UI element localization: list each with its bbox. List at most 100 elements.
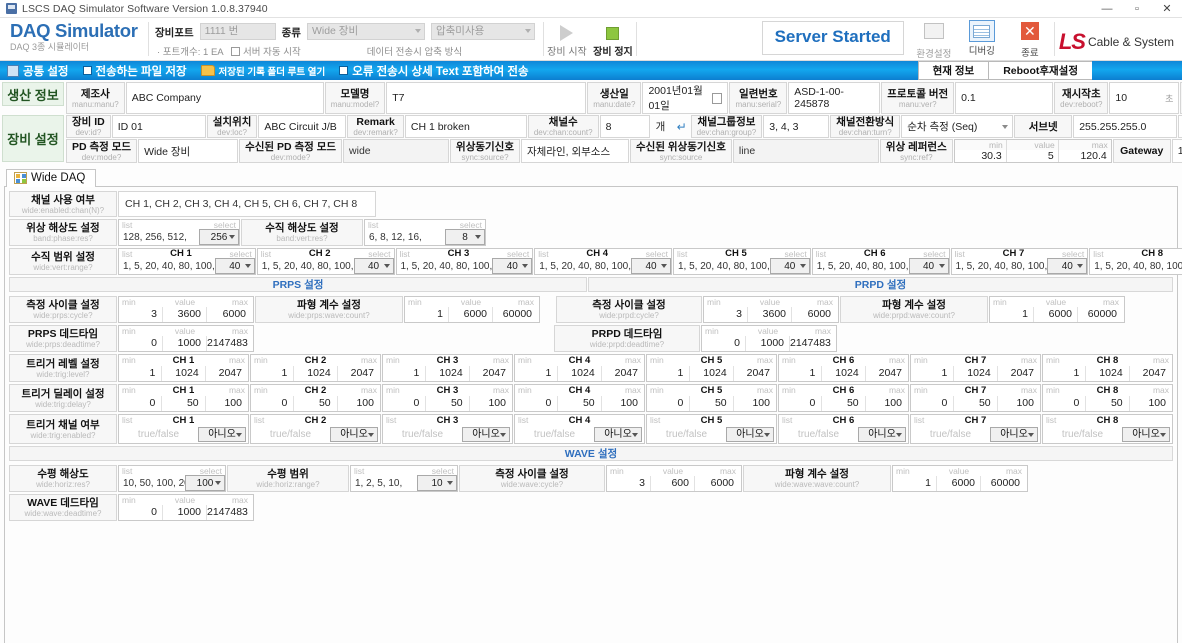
channel-enabled-field[interactable]: CH 1, CH 2, CH 3, CH 4, CH 5, CH 6, CH 7…	[118, 191, 376, 217]
channel-minmax-cell[interactable]: min CH 5 max 0 50 100	[646, 384, 777, 412]
debug-button[interactable]: 디버깅	[958, 18, 1006, 60]
horiz-range-control[interactable]: list select 1, 2, 5, 10, 10	[350, 465, 458, 492]
calendar-icon[interactable]	[712, 92, 723, 104]
min-value[interactable]: 1	[911, 366, 955, 381]
trigger-enabled-cell[interactable]: list CH 8 true/false 아니오	[1042, 414, 1173, 444]
value[interactable]: 1024	[822, 366, 866, 381]
close-window-button[interactable]: ✕	[1152, 0, 1182, 18]
sync-source-field[interactable]: 자체라인, 외부소스	[521, 139, 629, 163]
trigger-enabled-select[interactable]: 아니오	[726, 427, 774, 442]
prpd-wave-count-value[interactable]: 6000	[1034, 307, 1078, 322]
enter-icon[interactable]: ↵	[674, 115, 690, 138]
min-value[interactable]: 0	[647, 396, 691, 411]
channel-minmax-cell[interactable]: min CH 8 max 1 1024 2047	[1042, 354, 1173, 382]
prps-deadtime-max[interactable]: 2147483	[207, 336, 251, 351]
channel-minmax-cell[interactable]: min CH 7 max 0 50 100	[910, 384, 1041, 412]
trigger-enabled-select[interactable]: 아니오	[462, 427, 510, 442]
common-settings-button[interactable]: 공통 설정	[0, 63, 76, 79]
value[interactable]: 50	[1086, 396, 1130, 411]
channel-minmax-cell[interactable]: min CH 2 max 0 50 100	[250, 384, 381, 412]
vert-range-cell[interactable]: list CH 2 select 1, 5, 20, 40, 80, 100, 40	[256, 248, 395, 275]
model-field[interactable]: T7	[386, 82, 587, 114]
max-value[interactable]: 100	[470, 396, 512, 411]
value[interactable]: 1024	[294, 366, 338, 381]
max-value[interactable]: 2047	[998, 366, 1040, 381]
save-sent-file-checkbox[interactable]: 전송하는 파일 저장	[76, 63, 194, 79]
trigger-enabled-cell[interactable]: list CH 7 true/false 아니오	[910, 414, 1041, 444]
trigger-enabled-cell[interactable]: list CH 5 true/false 아니오	[646, 414, 777, 444]
horiz-res-control[interactable]: listselect 10, 50, 100, 200, 100	[118, 465, 226, 492]
min-value[interactable]: 1	[515, 366, 559, 381]
phase-res-control[interactable]: list select 128, 256, 512, 256	[118, 219, 240, 246]
value[interactable]: 50	[426, 396, 470, 411]
prpd-deadtime-value[interactable]: 1000	[746, 336, 790, 351]
wave-wave-count-control[interactable]: min value max 1 6000 60000	[892, 465, 1028, 492]
max-value[interactable]: 100	[602, 396, 644, 411]
min-value[interactable]: 1	[647, 366, 691, 381]
prpd-cycle-min[interactable]: 3	[704, 307, 748, 322]
pd-mode-field[interactable]: Wide 장비	[138, 139, 239, 163]
min-value[interactable]: 1	[383, 366, 427, 381]
prpd-wave-count-max[interactable]: 60000	[1078, 307, 1122, 322]
open-saved-root-button[interactable]: 저장된 기록 폴더 루트 열기	[194, 64, 333, 78]
trigger-enabled-select[interactable]: 아니오	[330, 427, 378, 442]
max-value[interactable]: 2047	[338, 366, 380, 381]
min-value[interactable]: 1	[251, 366, 295, 381]
vert-range-cell[interactable]: list CH 4 select 1, 5, 20, 40, 80, 100, 40	[534, 248, 672, 275]
max-value[interactable]: 100	[1130, 396, 1172, 411]
channel-minmax-cell[interactable]: min CH 2 max 1 1024 2047	[250, 354, 381, 382]
error-detail-checkbox[interactable]: 오류 전송시 상세 Text 포함하여 전송	[332, 63, 535, 79]
max-value[interactable]: 100	[206, 396, 248, 411]
vert-range-select[interactable]: 40	[769, 258, 810, 274]
sync-ref-max[interactable]: 120.4	[1059, 150, 1111, 162]
wave-cycle-max[interactable]: 6000	[695, 476, 739, 491]
channel-minmax-cell[interactable]: min CH 3 max 1 1024 2047	[382, 354, 513, 382]
vert-range-select[interactable]: 40	[1047, 258, 1088, 274]
min-value[interactable]: 0	[251, 396, 295, 411]
value[interactable]: 1024	[954, 366, 998, 381]
prps-wave-count-max[interactable]: 60000	[493, 307, 537, 322]
horiz-range-select[interactable]: 10	[417, 475, 457, 491]
start-device-button[interactable]: 장비 시작	[544, 23, 590, 58]
wave-cycle-value[interactable]: 600	[651, 476, 695, 491]
subnet-field[interactable]: 255.255.255.0	[1073, 115, 1178, 138]
wave-deadtime-min[interactable]: 0	[119, 505, 163, 520]
value[interactable]: 50	[162, 396, 206, 411]
max-value[interactable]: 2047	[734, 366, 776, 381]
value[interactable]: 1024	[162, 366, 206, 381]
max-value[interactable]: 2047	[866, 366, 908, 381]
channel-group-field[interactable]: 3, 4, 3	[763, 115, 830, 138]
device-type-select[interactable]: Wide 장비	[306, 22, 425, 40]
max-value[interactable]: 100	[734, 396, 776, 411]
trigger-enabled-select[interactable]: 아니오	[858, 427, 906, 442]
min-value[interactable]: 1	[119, 366, 163, 381]
stop-device-button[interactable]: 장비 정지	[590, 23, 636, 58]
trigger-enabled-cell[interactable]: list CH 4 true/false 아니오	[514, 414, 645, 444]
channel-minmax-cell[interactable]: min CH 8 max 0 50 100	[1042, 384, 1173, 412]
vert-res-select[interactable]: 8	[445, 229, 485, 245]
vert-range-cell[interactable]: list CH 5 select 1, 5, 20, 40, 80, 100, 40	[673, 248, 811, 275]
vert-range-select[interactable]: 40	[908, 258, 949, 274]
value[interactable]: 1024	[1086, 366, 1130, 381]
prpd-wave-count-control[interactable]: min value max 1 6000 60000	[989, 296, 1125, 323]
channel-minmax-cell[interactable]: min CH 6 max 0 50 100	[778, 384, 909, 412]
value[interactable]: 1024	[426, 366, 470, 381]
value[interactable]: 1024	[690, 366, 734, 381]
exit-button[interactable]: ✕ 종료	[1006, 18, 1054, 60]
trigger-enabled-cell[interactable]: list CH 6 true/false 아니오	[778, 414, 909, 444]
prps-cycle-min[interactable]: 3	[119, 307, 163, 322]
max-value[interactable]: 2047	[1130, 366, 1172, 381]
wave-cycle-control[interactable]: min value max 3 600 6000	[606, 465, 742, 492]
tab-reboot-setting[interactable]: Reboot후재설정	[988, 61, 1092, 80]
prps-cycle-max[interactable]: 6000	[207, 307, 251, 322]
wave-cycle-min[interactable]: 3	[607, 476, 651, 491]
manufacturer-field[interactable]: ABC Company	[125, 82, 324, 114]
channel-minmax-cell[interactable]: min CH 3 max 0 50 100	[382, 384, 513, 412]
max-value[interactable]: 2047	[602, 366, 644, 381]
value[interactable]: 1024	[558, 366, 602, 381]
serial-field[interactable]: ASD-1-00-245878	[788, 82, 881, 114]
min-value[interactable]: 0	[119, 396, 163, 411]
vert-range-cell[interactable]: list CH 1 select 1, 5, 20, 40, 80, 100, 40	[118, 248, 256, 275]
prpd-deadtime-control[interactable]: min value max 0 1000 2147483	[701, 325, 837, 352]
channel-minmax-cell[interactable]: min CH 5 max 1 1024 2047	[646, 354, 777, 382]
